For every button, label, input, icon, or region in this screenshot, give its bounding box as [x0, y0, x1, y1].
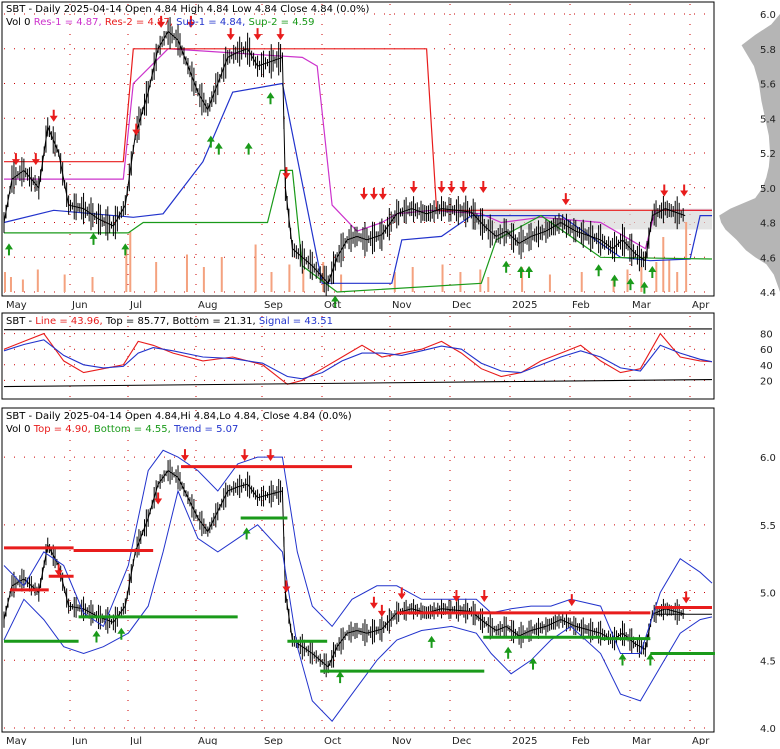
y-tick-label: 5.5: [760, 521, 776, 532]
legend-entry: Bottom = 21.31,: [169, 316, 255, 327]
month-label: Oct: [324, 300, 341, 311]
legend-entry: Top = 85.77,: [103, 316, 170, 327]
y-tick-label: 6.0: [760, 10, 776, 21]
month-label: Jul: [129, 300, 142, 311]
legend-entry: Vol 0: [6, 424, 31, 435]
month-label: 2025: [512, 736, 537, 745]
month-label: Feb: [572, 736, 590, 745]
price-panel-legend: Vol 0 Res-1 = 4.87, Res-2 = 4.87, Sup-1 …: [6, 17, 314, 28]
month-label: 2025: [512, 300, 537, 311]
legend-entry: Line = 43.96,: [35, 316, 102, 327]
volume-bar: [288, 264, 291, 292]
volume-band: [471, 208, 712, 230]
y-tick-label: 4.5: [760, 656, 776, 667]
y-tick-label: 5.4: [760, 114, 776, 125]
volume-bar: [185, 254, 188, 292]
month-label: Apr: [692, 736, 710, 745]
volume-bar: [548, 274, 551, 292]
y-tick-label: 5.8: [760, 45, 776, 56]
y-tick-label: 4.4: [760, 288, 776, 299]
y-tick-label: 40: [760, 361, 773, 372]
legend-entry: Bottom = 4.55,: [91, 424, 171, 435]
volume-bar: [129, 232, 132, 292]
y-tick-label: 5.0: [760, 589, 776, 600]
oscillator-panel-legend: SBT - Line = 43.96, Top = 85.77, Bottom …: [6, 316, 333, 327]
technical-chart: 6.0 5.8 5.6 5.4 5.2 5.0 4.8 4.6 4.4 80 60 40 20 6.0 5.…: [1, 1, 780, 747]
y-tick-label: 6.0: [760, 453, 776, 464]
month-label: Jul: [129, 736, 142, 745]
volume-bar: [91, 277, 94, 292]
y-tick-label: 80: [760, 330, 773, 341]
month-label: Mar: [632, 300, 652, 311]
volume-bar: [626, 269, 629, 292]
volume-bar: [21, 279, 24, 292]
y-tick-label: 4.8: [760, 219, 776, 230]
month-label: Apr: [692, 300, 710, 311]
month-label: Dec: [452, 300, 471, 311]
y-tick-label: 5.0: [760, 184, 776, 195]
channel-panel-legend: Vol 0 Top = 4.90, Bottom = 4.55, Trend =…: [6, 424, 238, 435]
legend-entry: Sup-1 = 4.84,: [173, 17, 245, 28]
volume-bar: [63, 274, 66, 292]
volume-bar: [662, 237, 665, 292]
volume-bar: [155, 262, 158, 292]
month-label: Nov: [392, 300, 412, 311]
volume-bar: [202, 267, 205, 292]
month-label: Dec: [452, 736, 471, 745]
month-label: Jun: [71, 300, 88, 311]
y-tick-label: 5.2: [760, 149, 776, 160]
volume-bar: [4, 272, 6, 292]
month-label: Aug: [198, 300, 218, 311]
y-tick-label: 20: [760, 376, 773, 387]
legend-entry: Res-2 = 4.87,: [102, 17, 173, 28]
volume-bar: [459, 272, 462, 292]
volume-bar: [441, 264, 444, 292]
month-label: Aug: [198, 736, 218, 745]
axis-ticks: 6.0 5.8 5.6 5.4 5.2 5.0 4.8 4.6 4.4 80 60 40 20 6.0 5.…: [760, 10, 776, 735]
legend-entry: Signal = 43.51: [256, 316, 333, 327]
month-label: May: [6, 300, 27, 311]
volume-bar: [487, 277, 490, 292]
y-tick-label: 4.6: [760, 253, 776, 264]
legend-entry: Top = 4.90,: [31, 424, 91, 435]
volume-bar: [479, 269, 482, 292]
volume-bar: [36, 269, 39, 292]
volume-bar: [676, 272, 679, 292]
y-tick-label: 4.0: [760, 724, 776, 735]
legend-entry: Sup-2 = 4.59: [245, 17, 314, 28]
legend-prefix: SBT -: [6, 316, 35, 327]
volume-bar: [685, 222, 688, 292]
volume-bar: [411, 267, 414, 292]
month-label: Sep: [264, 736, 283, 745]
volume-bar: [270, 272, 273, 292]
volume-bar: [580, 272, 583, 292]
volume-bar: [254, 244, 257, 292]
y-tick-label: 60: [760, 345, 773, 356]
volume-bar: [668, 259, 671, 292]
legend-entry: Res-1 = 4.87,: [31, 17, 102, 28]
month-label: Nov: [392, 736, 412, 745]
month-label: Jun: [71, 736, 88, 745]
y-tick-label: 5.6: [760, 80, 776, 91]
channel-panel-header: SBT - Daily 2025-04-14 Open 4.84,Hi 4.84…: [6, 411, 352, 422]
channel-panel-frame: [1, 407, 715, 733]
volume-bar: [9, 277, 12, 292]
month-label: May: [6, 736, 27, 745]
legend-entry: Vol 0: [6, 17, 31, 28]
month-label: Oct: [324, 736, 341, 745]
volume-bar: [640, 267, 643, 292]
legend-entry: Trend = 5.07: [171, 424, 239, 435]
month-label: Sep: [264, 300, 283, 311]
volume-bar: [655, 262, 658, 292]
month-label: Mar: [632, 736, 652, 745]
price-panel-frame: [1, 1, 715, 297]
price-panel-header: SBT - Daily 2025-04-14 Open 4.84 High 4.…: [6, 4, 369, 15]
volume-bar: [220, 257, 223, 292]
month-label: Feb: [572, 300, 590, 311]
